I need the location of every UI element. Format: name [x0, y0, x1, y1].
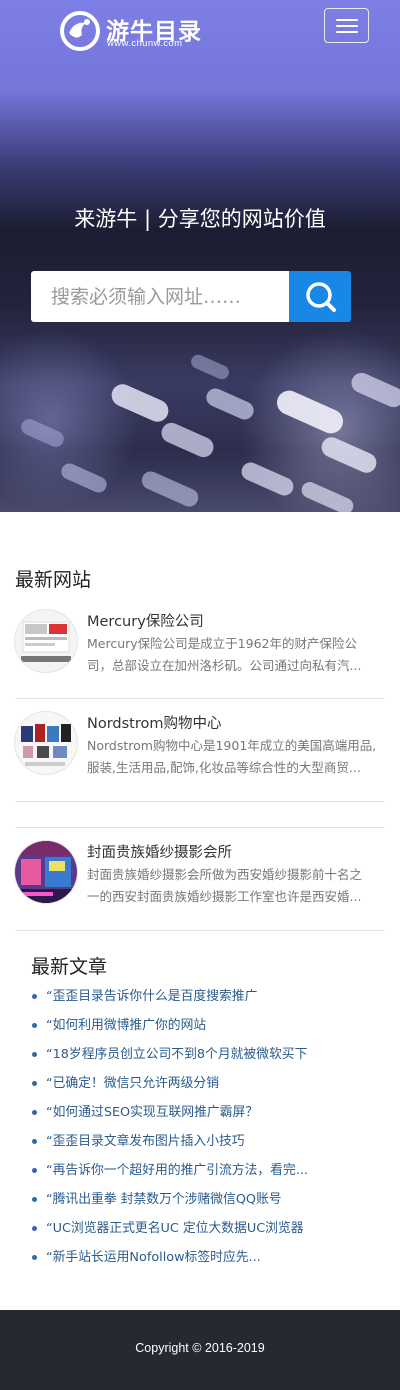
site-description: 封面贵族婚纱摄影会所做为西安婚纱摄影前十名之 一的西安封面贵族婚纱摄影工作室也许…: [87, 867, 363, 904]
article-list: “歪歪目录告诉你什么是百度搜索推广 “如何利用微博推广你的网站 “18岁程序员创…: [32, 986, 372, 1276]
divider: [15, 827, 385, 828]
site-description: Mercury保险公司是成立于1962年的财产保险公 司，总部设立在加州洛杉矶。…: [87, 636, 362, 673]
article-link[interactable]: “UC浏览器正式更名UC 定位大数据UC浏览器: [32, 1218, 372, 1247]
site-thumbnail: [15, 841, 77, 903]
site-description: Nordstrom购物中心是1901年成立的美国高端用品, 服装,生活用品,配饰…: [87, 738, 377, 775]
divider: [15, 801, 385, 802]
site-name[interactable]: Mercury保险公司: [87, 610, 204, 631]
divider: [15, 698, 385, 699]
hero-banner: 游牛目录 www.chunw.com 来游牛 | 分享您的网站价值: [0, 0, 400, 512]
logo-mark-icon: [60, 11, 100, 51]
search-input[interactable]: [31, 271, 289, 322]
site-name[interactable]: Nordstrom购物中心: [87, 712, 222, 733]
site-item[interactable]: 封面贵族婚纱摄影会所 封面贵族婚纱摄影会所做为西安婚纱摄影前十名之 一的西安封面…: [15, 841, 385, 916]
article-link[interactable]: “腾讯出重拳 封禁数万个涉赌微信QQ账号: [32, 1189, 372, 1218]
article-link[interactable]: “已确定！微信只允许两级分销: [32, 1073, 372, 1102]
article-link[interactable]: “歪歪目录告诉你什么是百度搜索推广: [32, 986, 372, 1015]
hero-slogan: 来游牛 | 分享您的网站价值: [74, 207, 326, 231]
article-link[interactable]: “如何利用微博推广你的网站: [32, 1015, 372, 1044]
search-button[interactable]: [289, 271, 351, 322]
footer-copyright: Copyright © 2016-2019: [135, 1341, 265, 1355]
article-link[interactable]: “再告诉你一个超好用的推广引流方法，看完...: [32, 1160, 372, 1189]
site-item[interactable]: Mercury保险公司 Mercury保险公司是成立于1962年的财产保险公 司…: [15, 610, 385, 685]
article-link[interactable]: “新手站长运用Nofollow标签时应先...: [32, 1247, 372, 1276]
site-thumbnail: [15, 610, 77, 672]
menu-button[interactable]: [324, 8, 369, 43]
site-thumbnail: [15, 712, 77, 774]
search-icon: [306, 282, 336, 312]
divider: [15, 930, 385, 931]
site-logo[interactable]: 游牛目录 www.chunw.com: [60, 11, 210, 51]
site-name[interactable]: 封面贵族婚纱摄影会所: [87, 841, 232, 862]
article-link[interactable]: “如何通过SEO实现互联网推广霸屏？: [32, 1102, 372, 1131]
article-link[interactable]: “歪歪目录文章发布图片插入小技巧: [32, 1131, 372, 1160]
article-link[interactable]: “18岁程序员创立公司不到8个月就被微软买下: [32, 1044, 372, 1073]
hamburger-menu-icon: [336, 19, 358, 21]
site-item[interactable]: Nordstrom购物中心 Nordstrom购物中心是1901年成立的美国高端…: [15, 712, 385, 787]
latest-sites-title: 最新网站: [15, 569, 92, 591]
search-bar: [31, 271, 351, 322]
latest-articles-title: 最新文章: [31, 956, 108, 978]
logo-url: www.chunw.com: [107, 38, 183, 49]
